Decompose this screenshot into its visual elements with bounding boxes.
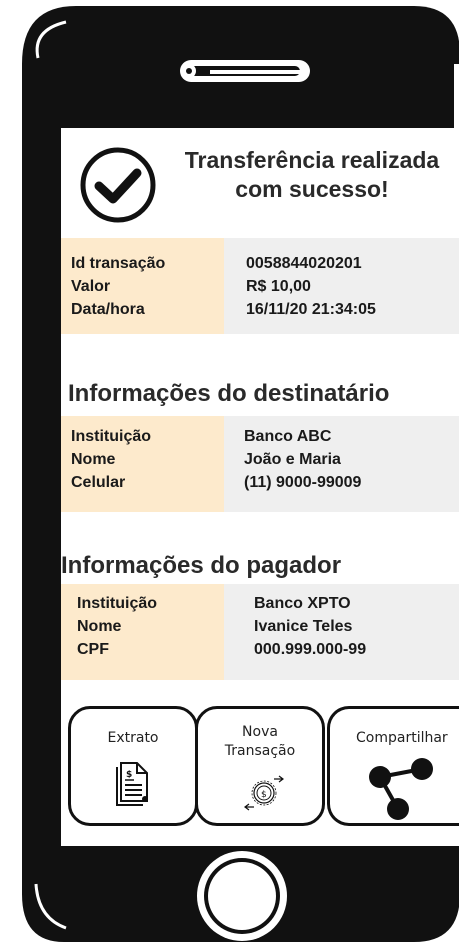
recipient-values: Banco ABC João e Maria (11) 9000-99009 xyxy=(224,416,459,512)
compartilhar-label: Compartilhar xyxy=(356,730,448,746)
recipient-name-label: Nome xyxy=(71,451,116,468)
payer-institution-value: Banco XPTO xyxy=(254,595,351,612)
extrato-button[interactable]: Extrato $ xyxy=(68,706,198,826)
transaction-id-label: Id transação xyxy=(71,255,166,272)
transaction-details: Id transação Valor Data/hora 00588440202… xyxy=(61,238,459,334)
success-title-line1: Transferência realizada xyxy=(184,147,440,173)
payer-name-value: Ivanice Teles xyxy=(254,618,353,635)
payer-labels: Instituição Nome CPF xyxy=(61,584,224,680)
nova-transacao-button[interactable]: Nova Transação $ xyxy=(195,706,325,826)
recipient-phone-label: Celular xyxy=(71,474,126,491)
amount-label: Valor xyxy=(71,278,111,295)
money-transfer-icon: $ xyxy=(244,775,284,811)
recipient-labels: Instituição Nome Celular xyxy=(61,416,224,512)
recipient-phone-value: (11) 9000-99009 xyxy=(244,474,362,491)
payer-name-label: Nome xyxy=(77,618,122,635)
earpiece-icon xyxy=(180,60,310,82)
datetime-label: Data/hora xyxy=(71,301,145,318)
nova-transacao-label-line1: Nova xyxy=(242,724,278,740)
statement-document-icon: $ xyxy=(116,762,148,806)
svg-text:$: $ xyxy=(126,770,132,780)
payer-cpf-label: CPF xyxy=(77,641,109,658)
check-circle-icon xyxy=(80,147,156,223)
success-title: Transferência realizada com sucesso! xyxy=(157,146,459,204)
success-header: Transferência realizada com sucesso! xyxy=(61,128,459,228)
phone-frame: Transferência realizada com sucesso! Id … xyxy=(14,4,459,944)
transaction-id-value: 0058844020201 xyxy=(246,255,362,272)
extrato-label: Extrato xyxy=(107,730,159,746)
home-button[interactable] xyxy=(197,851,287,941)
recipient-section-title: Informações do destinatário xyxy=(68,380,390,407)
payer-section-title: Informações do pagador xyxy=(61,552,342,579)
recipient-institution-value: Banco ABC xyxy=(244,428,332,445)
datetime-value: 16/11/20 21:34:05 xyxy=(246,301,376,318)
success-title-line2: com sucesso! xyxy=(235,176,389,202)
transaction-labels: Id transação Valor Data/hora xyxy=(61,238,224,334)
share-icon xyxy=(369,758,433,820)
recipient-details: Instituição Nome Celular Banco ABC João … xyxy=(61,416,459,512)
svg-text:$: $ xyxy=(261,790,267,800)
transaction-values: 0058844020201 R$ 10,00 16/11/20 21:34:05 xyxy=(224,238,459,334)
payer-institution-label: Instituição xyxy=(77,595,158,612)
app-screen: Transferência realizada com sucesso! Id … xyxy=(61,128,459,846)
compartilhar-button[interactable]: Compartilhar xyxy=(327,706,459,826)
nova-transacao-label-line2: Transação xyxy=(224,743,296,759)
payer-values: Banco XPTO Ivanice Teles 000.999.000-99 xyxy=(224,584,459,680)
amount-value: R$ 10,00 xyxy=(246,278,311,295)
payer-cpf-value: 000.999.000-99 xyxy=(254,641,367,658)
payer-details: Instituição Nome CPF Banco XPTO Ivanice … xyxy=(61,584,459,680)
recipient-institution-label: Instituição xyxy=(71,428,152,445)
recipient-name-value: João e Maria xyxy=(244,451,341,468)
